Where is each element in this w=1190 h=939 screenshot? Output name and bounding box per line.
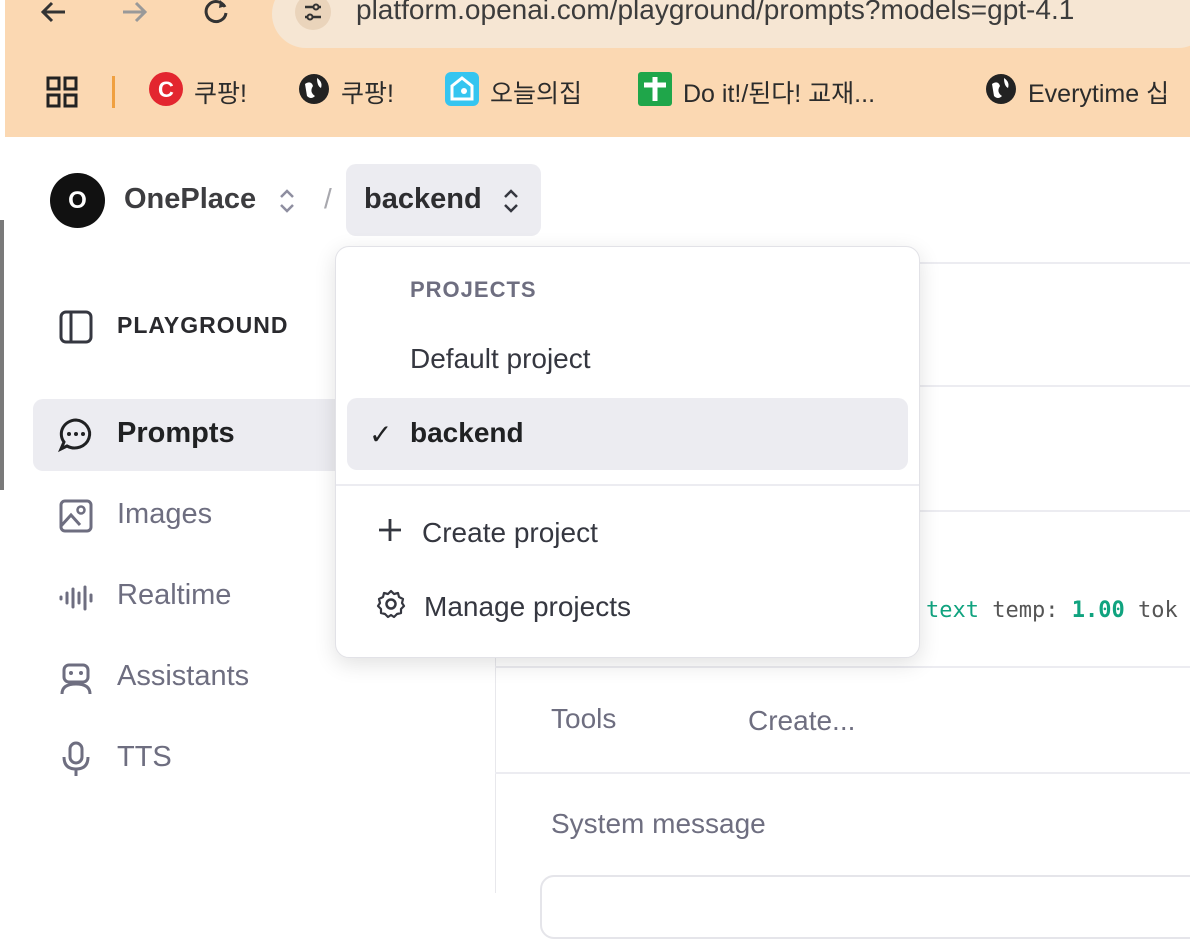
model-settings-summary[interactable]: text temp: 1.00 tok bbox=[926, 598, 1178, 623]
project-dropdown-menu: PROJECTS Default project ✓ backend Creat… bbox=[335, 246, 920, 658]
coupang-icon: C bbox=[148, 71, 184, 114]
bookmark-separator bbox=[112, 76, 115, 108]
project-option-label: Default project bbox=[410, 343, 591, 374]
sidebar-item-tts[interactable]: TTS bbox=[33, 723, 473, 795]
sidebar-toggle-icon[interactable] bbox=[58, 309, 94, 350]
sidebar-item-label: Assistants bbox=[117, 660, 250, 692]
project-option-default[interactable]: Default project bbox=[347, 324, 908, 396]
ohouse-icon bbox=[444, 71, 480, 114]
system-message-input[interactable] bbox=[540, 875, 1190, 939]
bookmark-item[interactable]: Do it!/된다! 교재... bbox=[637, 71, 876, 114]
tokens-label: tok bbox=[1137, 598, 1178, 623]
divider bbox=[495, 666, 1190, 668]
url-text[interactable]: platform.openai.com/playground/prompts?m… bbox=[356, 0, 1074, 26]
green-cross-icon bbox=[637, 71, 673, 114]
bookmark-label: 쿠팡! bbox=[341, 80, 394, 108]
project-name[interactable]: backend bbox=[364, 183, 482, 216]
temp-label: temp: bbox=[992, 598, 1059, 623]
project-option-label: backend bbox=[410, 417, 524, 448]
reload-icon[interactable] bbox=[196, 0, 236, 30]
svg-text:C: C bbox=[158, 77, 174, 102]
project-option-backend[interactable]: ✓ backend bbox=[347, 398, 908, 470]
sidebar-item-label: Prompts bbox=[117, 417, 235, 449]
plus-icon bbox=[376, 516, 404, 551]
bookmark-item[interactable]: 쿠팡! bbox=[297, 72, 394, 112]
tools-create-button[interactable]: Create... bbox=[748, 705, 855, 737]
bookmark-item[interactable]: 오늘의집 bbox=[444, 71, 583, 114]
bookmark-item[interactable]: Everytime 십 bbox=[984, 72, 1169, 112]
forward-icon[interactable] bbox=[114, 0, 154, 30]
chevron-updown-icon[interactable] bbox=[277, 186, 297, 221]
temp-value: 1.00 bbox=[1071, 598, 1125, 623]
breadcrumb-separator: / bbox=[324, 183, 332, 214]
waveform-icon bbox=[58, 579, 94, 615]
sidebar-item-label: Images bbox=[117, 498, 213, 530]
robot-icon bbox=[58, 660, 94, 696]
window-edge-shadow bbox=[0, 220, 4, 490]
format-value: text bbox=[926, 598, 979, 623]
globe-icon bbox=[984, 72, 1018, 113]
bookmark-item[interactable]: C 쿠팡! bbox=[148, 71, 247, 114]
system-message-label: System message bbox=[551, 808, 766, 839]
sidebar-item-label: TTS bbox=[117, 741, 172, 773]
sidebar-title: PLAYGROUND bbox=[117, 312, 289, 338]
checkmark-icon: ✓ bbox=[369, 419, 393, 450]
bookmark-label: Everytime 십 bbox=[1028, 80, 1170, 108]
chat-bubble-icon bbox=[58, 417, 94, 453]
divider bbox=[495, 772, 1190, 774]
apps-icon[interactable] bbox=[45, 72, 79, 112]
sidebar-item-label: Realtime bbox=[117, 579, 232, 611]
chevron-updown-icon[interactable] bbox=[501, 186, 521, 221]
back-icon[interactable] bbox=[34, 0, 74, 30]
manage-projects-button[interactable]: Manage projects bbox=[376, 582, 631, 632]
dropdown-section-title: PROJECTS bbox=[410, 277, 537, 302]
org-avatar[interactable]: O bbox=[50, 173, 105, 228]
bookmark-label: Do it!/된다! 교재... bbox=[683, 80, 876, 108]
image-icon bbox=[58, 498, 94, 534]
bookmark-label: 오늘의집 bbox=[490, 80, 583, 108]
microphone-icon bbox=[58, 741, 94, 777]
globe-icon bbox=[297, 72, 331, 113]
dropdown-divider bbox=[336, 484, 919, 486]
create-project-button[interactable]: Create project bbox=[376, 508, 598, 558]
manage-projects-label: Manage projects bbox=[424, 591, 632, 622]
bookmark-label: 쿠팡! bbox=[194, 80, 247, 108]
tools-label: Tools bbox=[551, 703, 617, 734]
org-name[interactable]: OnePlace bbox=[124, 183, 256, 216]
gear-icon bbox=[376, 589, 406, 626]
create-project-label: Create project bbox=[422, 517, 598, 548]
